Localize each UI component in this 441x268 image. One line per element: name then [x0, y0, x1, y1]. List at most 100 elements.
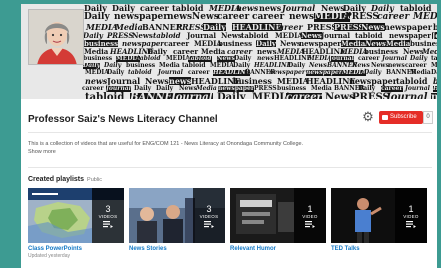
banner-word: Media — [201, 47, 226, 56]
banner-word: News — [403, 47, 424, 56]
banner-word: Journal — [386, 92, 428, 100]
banner-word: business — [364, 47, 399, 56]
banner-word: career — [227, 47, 253, 56]
video-count: 3 — [105, 204, 111, 214]
video-count-label: VIDEOS — [98, 214, 118, 219]
banner-word: news — [85, 76, 108, 86]
banner-word: Journal — [171, 93, 213, 99]
video-count-overlay: 3 VIDEOS — [92, 188, 124, 243]
playlist-title[interactable]: News Stories — [129, 246, 167, 252]
description-text: This is a collection of videos that are … — [28, 141, 304, 147]
playlist-thumbnail[interactable]: 3 VIDEOS — [28, 188, 124, 243]
banner-word: news — [431, 93, 437, 99]
banner-word: newspaper — [299, 39, 341, 48]
banner-word: News — [325, 92, 355, 100]
show-more-link[interactable]: Show more — [28, 148, 358, 156]
playlist-icon — [103, 221, 113, 228]
section-visibility: Public — [87, 177, 103, 183]
gear-icon[interactable]: ⚙ — [361, 110, 375, 124]
subscribe-label: Subscribe — [390, 114, 417, 120]
banner-word: MEDIA — [86, 22, 118, 32]
banner-word: Media — [84, 47, 109, 56]
banner-word: business — [233, 76, 272, 86]
video-count: 3 — [206, 204, 212, 214]
banner-word: newspaper — [384, 22, 432, 32]
banner-word: career — [217, 12, 250, 22]
banner-word: news — [236, 4, 259, 13]
banner-word: tabloid — [85, 92, 125, 100]
video-count-overlay: 1 VIDEO — [294, 188, 326, 243]
banner-word: Daily — [84, 12, 110, 22]
banner-word: Daily — [371, 4, 394, 13]
banner-word: News — [145, 76, 169, 86]
channel-title[interactable]: Professor Saiz's News Literacy Channel — [28, 114, 218, 125]
banner-word: PRESS — [307, 22, 338, 32]
banner-word: News — [301, 31, 322, 40]
banner-word: career — [164, 39, 190, 48]
banner-word: Journal — [187, 31, 217, 40]
banner-word: tabloid — [400, 4, 432, 13]
banner-word: tabloid — [355, 31, 383, 40]
banner-word: Media — [386, 39, 411, 48]
playlist-icon — [406, 221, 416, 228]
video-count: 1 — [307, 204, 313, 214]
banner-word: business — [218, 39, 253, 48]
playlist-card[interactable]: 3 VIDEOS Class PowerPoints Updated yeste… — [28, 188, 124, 259]
banner-word: News — [321, 4, 345, 13]
divider — [28, 167, 432, 168]
youtube-icon — [382, 115, 388, 120]
playlist-title[interactable]: Class PowerPoints — [28, 246, 82, 252]
banner-word: Daily — [217, 92, 246, 100]
playlist-card[interactable]: 1 VIDEO TED Talks — [331, 188, 427, 258]
banner-word: newspaper — [122, 39, 164, 48]
playlist-icon — [204, 221, 214, 228]
playlist-card[interactable]: 3 VIDEOS News Stories — [129, 188, 225, 258]
banner-word: Journal — [107, 76, 141, 86]
playlist-card[interactable]: 1 VIDEO Relevant Humor — [230, 188, 326, 258]
playlist-title[interactable]: TED Talks — [331, 246, 360, 252]
banner-word: news — [289, 12, 315, 22]
subscribe-button[interactable]: Subscribe — [379, 111, 423, 124]
playlist-thumbnail[interactable]: 3 VIDEOS — [129, 188, 225, 243]
banner-word: News — [280, 39, 301, 48]
banner-word: newspaper — [349, 76, 397, 86]
banner-word: career — [140, 4, 169, 13]
banner-word: News — [132, 31, 153, 40]
divider — [28, 132, 432, 133]
banner-word: Daily — [112, 4, 135, 13]
banner-word: Media — [422, 47, 437, 56]
playlist-thumbnail[interactable]: 1 VIDEO — [331, 188, 427, 243]
banner-word: PRESS — [176, 22, 207, 32]
banner-word: Journal — [282, 4, 316, 13]
banner-word: Daily — [256, 39, 276, 48]
banner-word: business — [433, 77, 437, 85]
banner-word: tabloid — [172, 4, 204, 13]
video-count-label: VIDEO — [403, 214, 419, 219]
video-count-overlay: 1 VIDEO — [395, 188, 427, 243]
banner-word: News — [192, 12, 219, 22]
banner-word: MEDIA — [277, 47, 305, 56]
banner-word: career — [252, 12, 285, 22]
channel-description: This is a collection of videos that are … — [28, 140, 358, 156]
banner-word: tabloid — [153, 31, 181, 40]
banner-word: tabloid — [241, 31, 269, 40]
playlist-thumbnail[interactable]: 1 VIDEO — [230, 188, 326, 243]
banner-word: news — [169, 76, 192, 86]
banner-word: career — [286, 93, 322, 99]
banner-word: News — [361, 22, 385, 32]
banner-word: business — [433, 22, 437, 32]
avatar-portrait — [29, 10, 83, 64]
playlists-section-title[interactable]: Created playlists Public — [28, 176, 102, 183]
playlist-title[interactable]: Relevant Humor — [230, 246, 276, 252]
video-count-label: VIDEO — [302, 214, 318, 219]
channel-banner: Daily Daily career tabloid MEDIA news news Jour… — [21, 4, 437, 99]
video-count: 1 — [408, 204, 414, 214]
banner-word: PRESS — [107, 31, 134, 40]
banner-word: Daily — [84, 4, 107, 13]
avatar[interactable] — [28, 9, 84, 65]
banner-word: Daily — [83, 31, 103, 40]
banner-word: PRESS — [352, 92, 390, 100]
banner-word: career — [377, 12, 410, 22]
banner-word: news — [257, 47, 277, 56]
banner-word: newspaper — [389, 31, 431, 40]
